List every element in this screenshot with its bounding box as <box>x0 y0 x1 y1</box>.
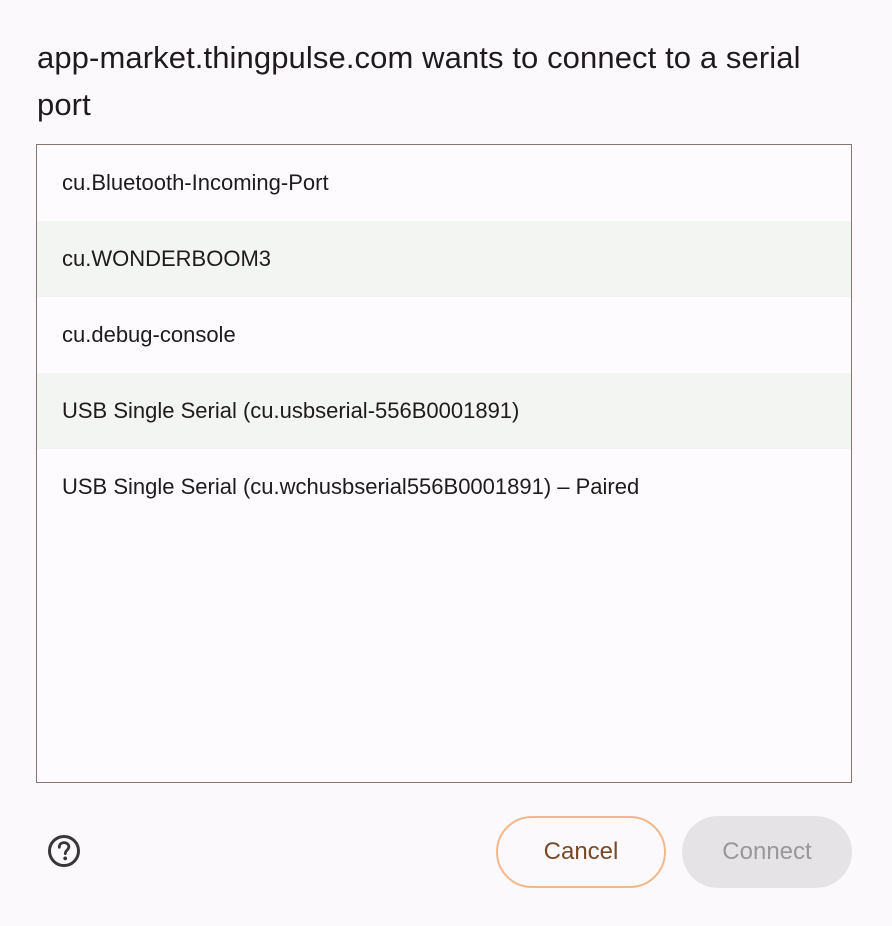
help-button[interactable] <box>47 834 81 873</box>
dialog-title: app-market.thingpulse.com wants to conne… <box>37 40 801 122</box>
cancel-button[interactable]: Cancel <box>496 816 666 888</box>
list-item[interactable]: cu.WONDERBOOM3 <box>37 221 851 297</box>
serial-port-list[interactable]: cu.Bluetooth-Incoming-Port cu.WONDERBOOM… <box>36 144 852 783</box>
list-item[interactable]: cu.debug-console <box>37 297 851 373</box>
help-circle-icon <box>47 834 81 873</box>
dialog-footer: Cancel Connect <box>0 816 892 888</box>
list-item[interactable]: USB Single Serial (cu.usbserial-556B0001… <box>37 373 851 449</box>
connect-button[interactable]: Connect <box>682 816 852 888</box>
list-item[interactable]: USB Single Serial (cu.wchusbserial556B00… <box>37 449 851 525</box>
list-item[interactable]: cu.Bluetooth-Incoming-Port <box>37 145 851 221</box>
serial-port-dialog: app-market.thingpulse.com wants to conne… <box>0 0 892 926</box>
